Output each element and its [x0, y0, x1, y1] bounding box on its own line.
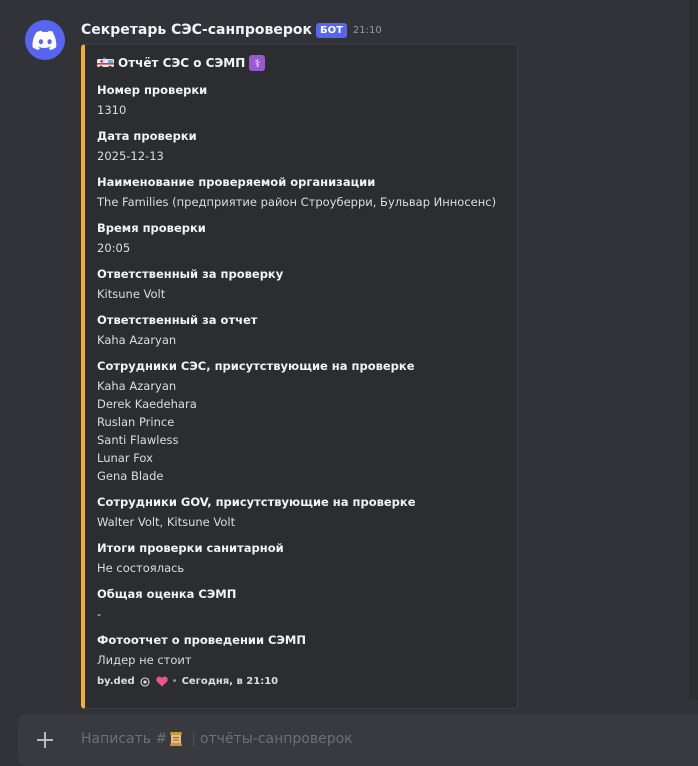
attach-button[interactable]: [34, 729, 56, 751]
channel-name: отчёты-санпроверок: [199, 731, 353, 747]
scrollbar-track[interactable]: [689, 0, 698, 700]
message-composer[interactable]: Написать # | отчёты-санпроверок: [18, 714, 698, 766]
message-timestamp[interactable]: 21:10: [353, 25, 382, 36]
field-name: Общая оценка СЭМП: [97, 587, 237, 601]
embed-title-text: Отчёт СЭС о СЭМП: [118, 56, 246, 70]
field-value: -: [97, 607, 102, 621]
field-name: Наименование проверяемой организации: [97, 175, 376, 189]
channel-divider: |: [191, 731, 196, 747]
field-name: Сотрудники GOV, присутствующие на провер…: [97, 495, 416, 509]
ambulance-icon: [97, 57, 114, 70]
field-value: 1310: [97, 103, 127, 117]
plus-icon: [37, 732, 53, 748]
field-name: Фотоотчет о проведении СЭМП: [97, 633, 306, 647]
scroll-icon: [170, 732, 183, 746]
discord-logo-icon: [32, 30, 57, 50]
field-name: Время проверки: [97, 221, 206, 235]
footer-author: by.ded: [97, 676, 135, 687]
field-value-line: Ruslan Prince: [97, 415, 175, 429]
embed-footer: by.ded • Сегодня, в 21:10: [97, 676, 278, 687]
embed: Отчёт СЭС о СЭМП ⚕ Номер проверки 1310 Д…: [81, 44, 518, 709]
eye-icon: [140, 676, 150, 687]
field-value: 2025-12-13: [97, 149, 164, 163]
embed-title: Отчёт СЭС о СЭМП ⚕: [97, 55, 266, 71]
field-name: Итоги проверки санитарной: [97, 541, 284, 555]
bot-badge: БОТ: [315, 22, 347, 38]
heart-icon: [155, 676, 168, 687]
field-value: Kitsune Volt: [97, 287, 166, 301]
author-name[interactable]: Секретарь СЭС-санпроверок: [81, 22, 312, 38]
placeholder-prefix: Написать #: [81, 731, 168, 747]
footer-separator: •: [171, 676, 178, 687]
field-value-line: Kaha Azaryan: [97, 379, 177, 393]
field-value: Walter Volt, Kitsune Volt: [97, 515, 236, 529]
field-value: Не состоялась: [97, 561, 185, 575]
field-name: Номер проверки: [97, 83, 208, 97]
field-name: Ответственный за проверку: [97, 267, 284, 281]
message-input[interactable]: Написать # | отчёты-санпроверок: [81, 731, 353, 747]
field-value: The Families (предприятие район Строубер…: [97, 195, 497, 209]
medical-symbol-icon: ⚕: [249, 55, 266, 71]
field-name: Ответственный за отчет: [97, 313, 258, 327]
field-value-line: Gena Blade: [97, 469, 164, 483]
field-value: Kaha Azaryan: [97, 333, 177, 347]
bot-avatar[interactable]: [25, 20, 65, 60]
field-name: Сотрудники СЭС, присутствующие на провер…: [97, 359, 415, 373]
field-name: Дата проверки: [97, 129, 197, 143]
footer-time: Сегодня, в 21:10: [181, 676, 279, 687]
field-value: 20:05: [97, 241, 131, 255]
field-value: Лидер не стоит: [97, 653, 192, 667]
field-value-line: Santi Flawless: [97, 433, 179, 447]
field-value-line: Derek Kaedehara: [97, 397, 197, 411]
message-header: Секретарь СЭС-санпроверок БОТ 21:10: [81, 22, 382, 38]
field-value-line: Lunar Fox: [97, 451, 153, 465]
